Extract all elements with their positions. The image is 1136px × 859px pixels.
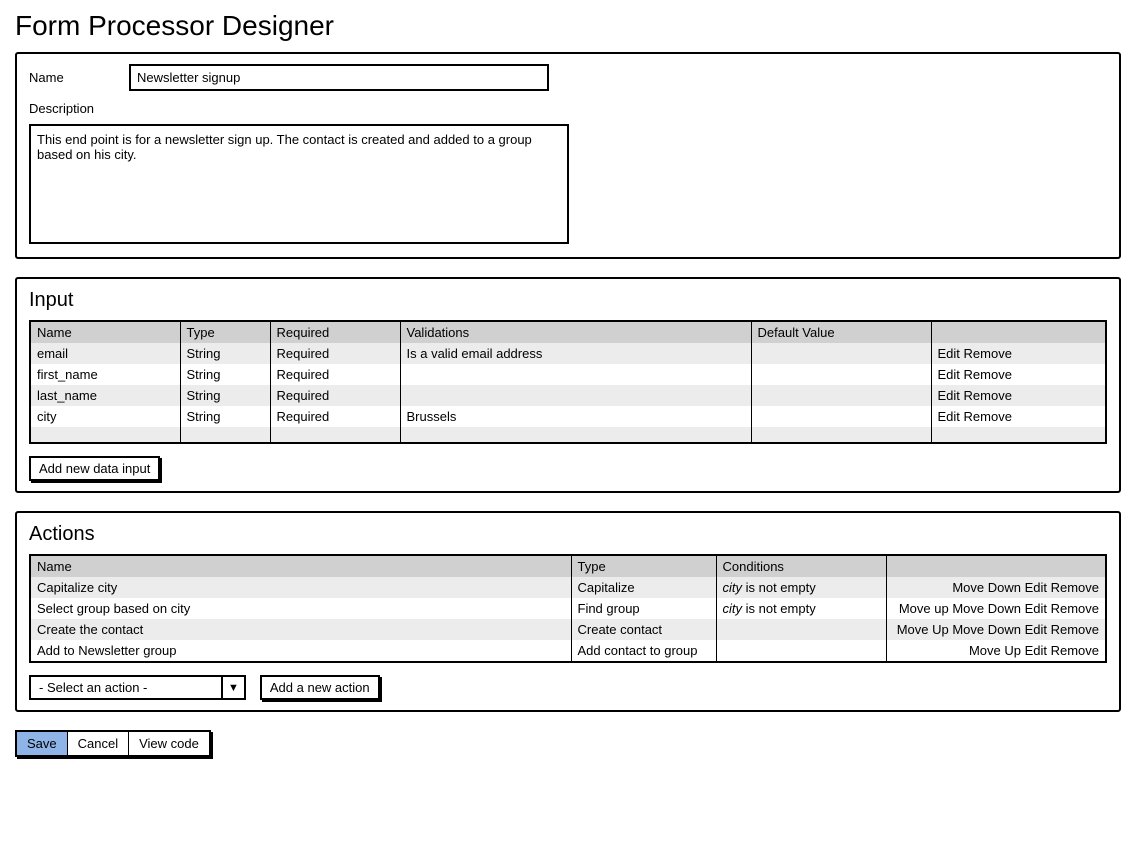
action-cell-ops: Move Up Edit Remove: [886, 640, 1106, 662]
meta-panel: Name Description: [15, 52, 1121, 259]
input-cell-ops: Edit Remove: [931, 385, 1106, 406]
action-cell-conditions: city is not empty: [716, 577, 886, 598]
name-label: Name: [29, 70, 129, 85]
input-cell-name: last_name: [30, 385, 180, 406]
view-code-button[interactable]: View code: [129, 732, 209, 755]
input-cell-type: String: [180, 385, 270, 406]
action-cell-type: Add contact to group: [571, 640, 716, 662]
remove-link[interactable]: Remove: [964, 388, 1012, 403]
actions-title: Actions: [29, 523, 1107, 546]
input-header-default: Default Value: [751, 321, 931, 343]
table-row: first_nameStringRequired Edit Remove: [30, 364, 1106, 385]
input-cell-ops: Edit Remove: [931, 343, 1106, 364]
input-cell-required: Required: [270, 364, 400, 385]
action-select-value: - Select an action -: [31, 677, 221, 698]
save-button[interactable]: Save: [17, 732, 68, 755]
input-cell-validations: Brussels: [400, 406, 751, 427]
action-cell-type: Capitalize: [571, 577, 716, 598]
chevron-down-icon[interactable]: ▼: [221, 677, 244, 698]
action-cell-ops: Move up Move Down Edit Remove: [886, 598, 1106, 619]
edit-link[interactable]: Edit: [938, 388, 960, 403]
actions-header-name: Name: [30, 555, 571, 577]
add-action-button[interactable]: Add a new action: [260, 675, 380, 700]
input-cell-default: [751, 385, 931, 406]
input-cell-type: String: [180, 364, 270, 385]
input-cell-ops: Edit Remove: [931, 406, 1106, 427]
input-table: Name Type Required Validations Default V…: [29, 320, 1107, 444]
input-cell-validations: Is a valid email address: [400, 343, 751, 364]
input-cell-default: [751, 406, 931, 427]
add-input-button[interactable]: Add new data input: [29, 456, 160, 481]
action-cell-conditions: [716, 640, 886, 662]
action-cell-name: Select group based on city: [30, 598, 571, 619]
action-ops-links[interactable]: Move Down Edit Remove: [952, 580, 1099, 595]
input-cell-type: String: [180, 406, 270, 427]
table-row: Select group based on cityFind groupcity…: [30, 598, 1106, 619]
input-header-ops: [931, 321, 1106, 343]
table-row: Create the contactCreate contact Move Up …: [30, 619, 1106, 640]
action-select[interactable]: - Select an action - ▼: [29, 675, 246, 700]
action-cell-conditions: [716, 619, 886, 640]
remove-link[interactable]: Remove: [964, 346, 1012, 361]
input-cell-default: [751, 343, 931, 364]
name-input[interactable]: [129, 64, 549, 91]
input-header-required: Required: [270, 321, 400, 343]
table-row: last_nameStringRequired Edit Remove: [30, 385, 1106, 406]
action-cell-ops: Move Up Move Down Edit Remove: [886, 619, 1106, 640]
actions-header-conditions: Conditions: [716, 555, 886, 577]
action-cell-type: Create contact: [571, 619, 716, 640]
action-cell-ops: Move Down Edit Remove: [886, 577, 1106, 598]
cancel-button[interactable]: Cancel: [68, 732, 129, 755]
input-cell-name: first_name: [30, 364, 180, 385]
input-cell-validations: [400, 385, 751, 406]
description-textarea[interactable]: [29, 124, 569, 244]
input-header-name: Name: [30, 321, 180, 343]
actions-header-type: Type: [571, 555, 716, 577]
action-cell-name: Add to Newsletter group: [30, 640, 571, 662]
action-ops-links[interactable]: Move Up Move Down Edit Remove: [897, 622, 1099, 637]
input-header-validations: Validations: [400, 321, 751, 343]
actions-panel: Actions Name Type Conditions Capitalize …: [15, 511, 1121, 712]
edit-link[interactable]: Edit: [938, 409, 960, 424]
remove-link[interactable]: Remove: [964, 409, 1012, 424]
page-title: Form Processor Designer: [15, 10, 1121, 42]
input-panel: Input Name Type Required Validations Def…: [15, 277, 1121, 493]
action-cell-name: Create the contact: [30, 619, 571, 640]
action-cell-name: Capitalize city: [30, 577, 571, 598]
input-header-type: Type: [180, 321, 270, 343]
input-cell-required: Required: [270, 406, 400, 427]
input-cell-required: Required: [270, 343, 400, 364]
input-title: Input: [29, 289, 1107, 312]
description-label: Description: [29, 101, 129, 116]
table-row: Add to Newsletter groupAdd contact to gr…: [30, 640, 1106, 662]
table-row: Capitalize cityCapitalizecity is not emp…: [30, 577, 1106, 598]
input-cell-type: String: [180, 343, 270, 364]
input-cell-ops: Edit Remove: [931, 364, 1106, 385]
action-ops-links[interactable]: Move Up Edit Remove: [969, 643, 1099, 658]
action-ops-links[interactable]: Move up Move Down Edit Remove: [899, 601, 1099, 616]
input-cell-validations: [400, 364, 751, 385]
input-cell-default: [751, 364, 931, 385]
footer-button-group: Save Cancel View code: [15, 730, 211, 757]
remove-link[interactable]: Remove: [964, 367, 1012, 382]
table-row: cityStringRequiredBrussels Edit Remove: [30, 406, 1106, 427]
actions-table: Name Type Conditions Capitalize cityCapi…: [29, 554, 1107, 663]
input-cell-name: email: [30, 343, 180, 364]
edit-link[interactable]: Edit: [938, 346, 960, 361]
input-cell-name: city: [30, 406, 180, 427]
action-cell-type: Find group: [571, 598, 716, 619]
action-cell-conditions: city is not empty: [716, 598, 886, 619]
input-cell-required: Required: [270, 385, 400, 406]
actions-header-ops: [886, 555, 1106, 577]
table-row: emailStringRequiredIs a valid email addr…: [30, 343, 1106, 364]
edit-link[interactable]: Edit: [938, 367, 960, 382]
